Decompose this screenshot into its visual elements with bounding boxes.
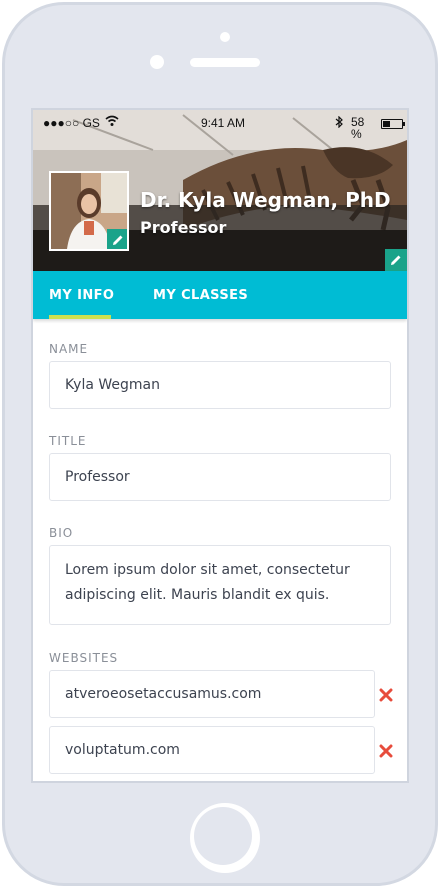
proximity-sensor: [150, 55, 164, 69]
wifi-icon: [105, 115, 119, 130]
profile-name: Dr. Kyla Wegman, PhD: [140, 188, 391, 212]
title-field[interactable]: Professor: [49, 453, 391, 501]
website-field-1[interactable]: atveroeosetaccusamus.com: [49, 670, 375, 718]
home-button[interactable]: [190, 803, 260, 873]
remove-website-2-button[interactable]: [379, 743, 393, 758]
profile-tabs: MY INFO MY CLASSES: [33, 271, 407, 319]
status-bar: ●●●○○ GS 9:41 AM 58 %: [33, 115, 407, 140]
front-camera: [220, 32, 230, 42]
name-label: NAME: [49, 342, 89, 356]
bluetooth-icon: [335, 115, 343, 131]
edit-cover-button[interactable]: [385, 249, 407, 271]
battery-percent: 58 %: [351, 115, 365, 141]
pencil-icon: [391, 255, 401, 265]
bio-field[interactable]: Lorem ipsum dolor sit amet, consectetur …: [49, 545, 391, 625]
battery-icon: [381, 119, 405, 129]
tab-my-classes[interactable]: MY CLASSES: [153, 288, 248, 303]
home-button-inner: [194, 807, 252, 865]
pencil-icon: [113, 235, 123, 245]
earpiece-speaker: [190, 58, 260, 67]
title-label: TITLE: [49, 434, 87, 448]
signal-indicator: ●●●○○ GS: [43, 116, 100, 130]
active-tab-indicator: [49, 315, 111, 319]
remove-website-1-button[interactable]: [379, 687, 393, 702]
bio-label: BIO: [49, 526, 74, 540]
tab-my-info[interactable]: MY INFO: [49, 288, 114, 303]
close-icon: [379, 688, 393, 702]
status-time: 9:41 AM: [201, 116, 246, 130]
name-field[interactable]: Kyla Wegman: [49, 361, 391, 409]
app-screen: ●●●○○ GS 9:41 AM 58 % Dr. Kyla Wegman, P…: [31, 108, 409, 783]
close-icon: [379, 744, 393, 758]
website-field-2[interactable]: voluptatum.com: [49, 726, 375, 774]
profile-header: ●●●○○ GS 9:41 AM 58 % Dr. Kyla Wegman, P…: [33, 110, 407, 271]
websites-label: WEBSITES: [49, 651, 119, 665]
edit-avatar-button[interactable]: [107, 229, 127, 249]
avatar[interactable]: [49, 171, 129, 251]
profile-role: Professor: [140, 218, 227, 237]
